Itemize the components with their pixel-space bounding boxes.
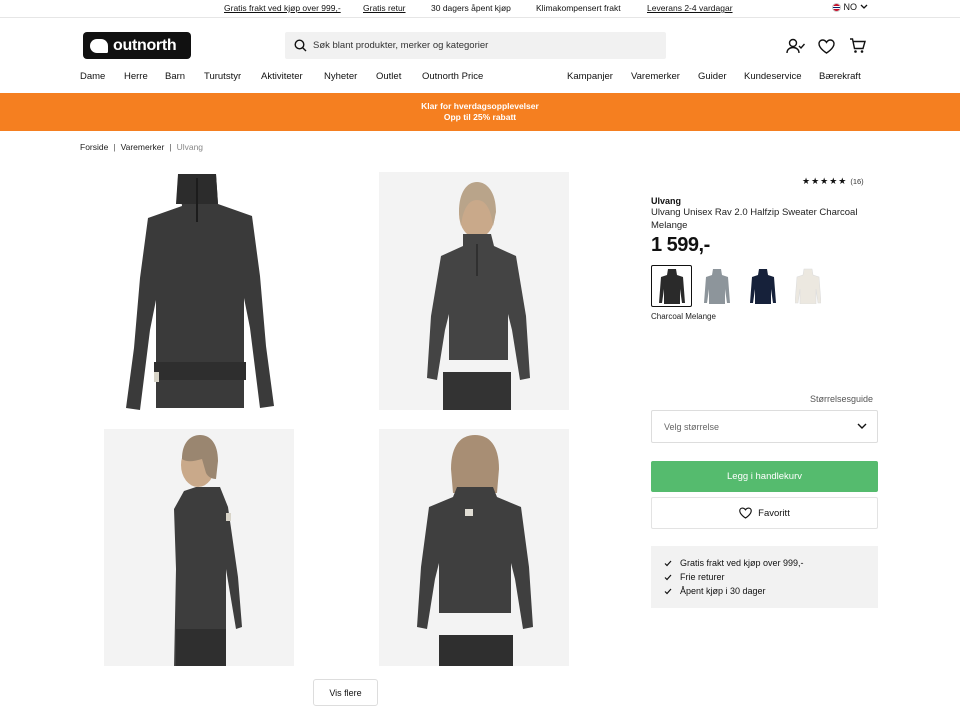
- nav-item-aktiviteter[interactable]: Aktiviteter: [261, 71, 303, 82]
- nav-item-barn[interactable]: Barn: [165, 71, 185, 82]
- breadcrumb-separator: |: [113, 142, 116, 152]
- chevron-down-icon: [857, 423, 867, 429]
- nav-item-varemerker[interactable]: Varemerker: [631, 71, 680, 82]
- heart-icon: [739, 507, 752, 519]
- swatch-sweater-icon: [703, 269, 730, 304]
- nav-item-turutstyr[interactable]: Turutstyr: [204, 71, 241, 82]
- usp-text: Gratis frakt ved kjøp over 999,-: [680, 558, 804, 568]
- nav-item-baerekraft[interactable]: Bærekraft: [819, 71, 861, 82]
- review-count: (16): [850, 177, 864, 186]
- usp-text: Åpent kjøp i 30 dager: [680, 586, 766, 596]
- model-front-illustration: [427, 182, 530, 410]
- size-select-placeholder: Velg størrelse: [664, 421, 720, 432]
- color-swatch-offwhite[interactable]: [787, 265, 828, 307]
- banner-title: Klar for hverdagsopplevelser: [421, 101, 539, 111]
- site-logo[interactable]: outnorth: [83, 32, 191, 59]
- breadcrumb-current[interactable]: Ulvang: [177, 142, 203, 152]
- usp-box: Gratis frakt ved kjøp over 999,- Frie re…: [651, 546, 878, 608]
- show-more-button[interactable]: Vis flere: [313, 679, 378, 706]
- product-rating[interactable]: ★★★★★ (16): [802, 176, 864, 187]
- heart-icon: [817, 38, 835, 54]
- color-swatch-navy[interactable]: [742, 265, 783, 307]
- usp-item: Frie returer: [664, 570, 878, 584]
- topbar-free-returns-link[interactable]: Gratis retur: [363, 3, 406, 13]
- selected-color-name: Charcoal Melange: [651, 312, 716, 321]
- usp-item: Gratis frakt ved kjøp over 999,-: [664, 556, 878, 570]
- size-guide-link[interactable]: Størrelsesguide: [810, 394, 873, 404]
- campaign-banner[interactable]: Klar for hverdagsopplevelser Opp til 25%…: [0, 93, 960, 131]
- search-bar[interactable]: Søk blant produkter, merker og kategorie…: [285, 32, 666, 59]
- favorite-label: Favoritt: [758, 507, 790, 519]
- top-utility-bar: Gratis frakt ved kjøp over 999,- Gratis …: [0, 0, 960, 18]
- nav-item-dame[interactable]: Dame: [80, 71, 105, 82]
- nav-item-kampanjer[interactable]: Kampanjer: [567, 71, 613, 82]
- topbar-open-purchase: 30 dagers åpent kjøp: [431, 3, 511, 13]
- logo-text: outnorth: [113, 36, 177, 54]
- logo-mark-icon: [90, 38, 108, 53]
- rating-stars: ★★★★★: [802, 176, 848, 186]
- swatch-sweater-icon: [794, 268, 821, 304]
- language-selector[interactable]: NO: [831, 2, 869, 12]
- model-back-illustration: [417, 435, 533, 666]
- breadcrumb-separator: |: [169, 142, 172, 152]
- topbar-climate-shipping: Klimakompensert frakt: [536, 3, 621, 13]
- search-input[interactable]: Søk blant produkter, merker og kategorie…: [313, 40, 488, 51]
- size-select[interactable]: Velg størrelse: [651, 410, 878, 443]
- product-image-front[interactable]: [104, 172, 294, 410]
- color-swatch-grey[interactable]: [696, 265, 737, 307]
- check-icon: [664, 560, 672, 566]
- wishlist-button[interactable]: [816, 36, 836, 56]
- model-side-illustration: [174, 435, 242, 666]
- swatch-sweater-icon: [749, 269, 776, 304]
- usp-text: Frie returer: [680, 572, 725, 582]
- nav-item-kundeservice[interactable]: Kundeservice: [744, 71, 802, 82]
- check-icon: [664, 588, 672, 594]
- product-image-model-side[interactable]: [104, 429, 294, 666]
- add-to-cart-button[interactable]: Legg i handlekurv: [651, 461, 878, 492]
- check-icon: [664, 574, 672, 580]
- flag-icon: [831, 2, 841, 12]
- usp-item: Åpent kjøp i 30 dager: [664, 584, 878, 598]
- color-swatch-charcoal[interactable]: [651, 265, 692, 307]
- nav-item-outlet[interactable]: Outlet: [376, 71, 401, 82]
- product-image-model-back[interactable]: [379, 429, 569, 666]
- product-brand[interactable]: Ulvang: [651, 196, 681, 206]
- nav-item-guider[interactable]: Guider: [698, 71, 727, 82]
- swatch-sweater-icon: [658, 269, 685, 304]
- sweater-illustration: [126, 174, 274, 410]
- account-button[interactable]: [785, 36, 805, 56]
- breadcrumb-home[interactable]: Forside: [80, 142, 108, 152]
- nav-item-herre[interactable]: Herre: [124, 71, 148, 82]
- product-image-model-front[interactable]: [379, 172, 569, 410]
- chevron-down-icon: [860, 4, 868, 9]
- banner-subtitle: Opp til 25% rabatt: [443, 112, 517, 122]
- breadcrumb-brands[interactable]: Varemerker: [121, 142, 165, 152]
- language-label: NO: [843, 2, 858, 12]
- product-title: Ulvang Unisex Rav 2.0 Halfzip Sweater Ch…: [651, 207, 858, 231]
- product-price: 1 599,-: [651, 234, 710, 256]
- topbar-free-shipping-link[interactable]: Gratis frakt ved kjøp over 999,-: [224, 3, 341, 13]
- account-icon: [785, 38, 805, 54]
- nav-item-nyheter[interactable]: Nyheter: [324, 71, 357, 82]
- nav-item-outnorth-price[interactable]: Outnorth Price: [422, 71, 483, 82]
- favorite-button[interactable]: Favoritt: [651, 497, 878, 529]
- topbar-delivery-link[interactable]: Leverans 2-4 vardagar: [647, 3, 733, 13]
- cart-icon: [849, 38, 866, 53]
- cart-button[interactable]: [847, 36, 867, 56]
- search-icon: [294, 39, 307, 52]
- breadcrumb: Forside | Varemerker | Ulvang: [80, 142, 203, 152]
